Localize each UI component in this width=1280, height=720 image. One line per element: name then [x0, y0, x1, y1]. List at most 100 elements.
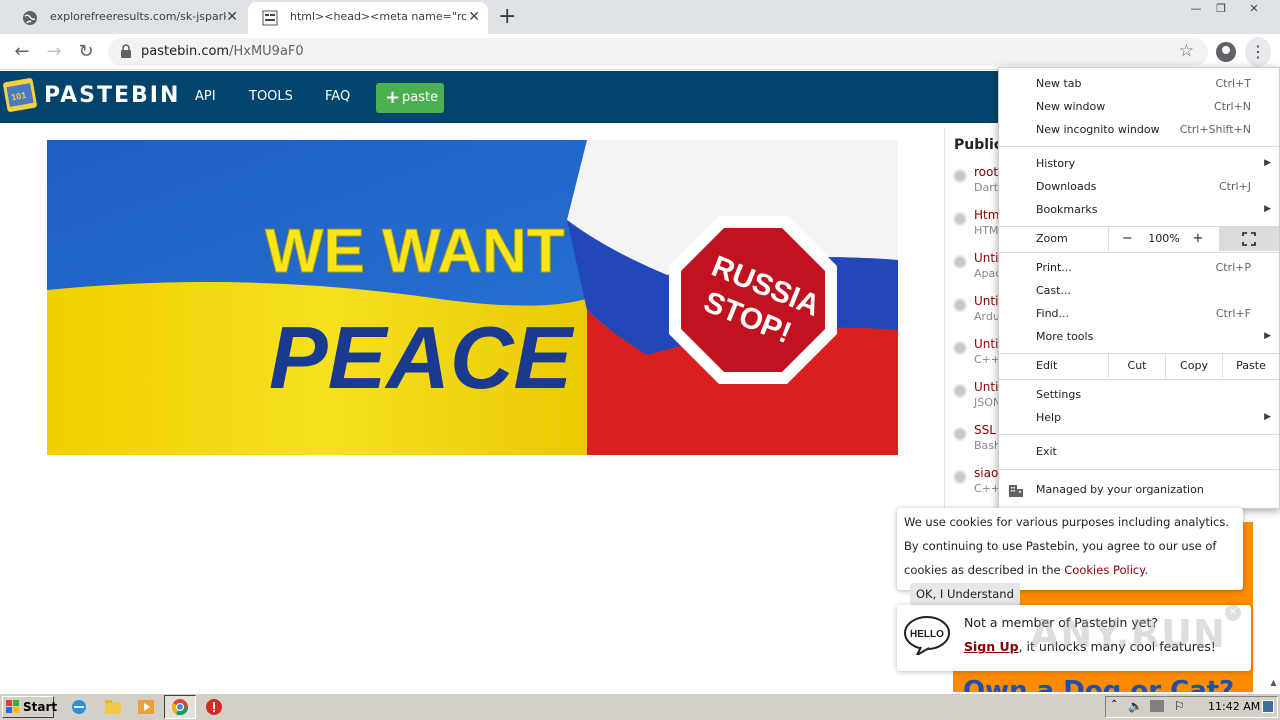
menu-item-new-incognito[interactable]: New incognito window Ctrl+Shift+N [999, 118, 1279, 141]
globe-icon [953, 384, 967, 398]
browser-screen: { "browser": { "tabs": [ {"title": "expl… [0, 0, 1280, 720]
submenu-arrow-icon: ▶ [1264, 412, 1271, 422]
pastebin-logo-icon[interactable]: 101 [2, 77, 38, 113]
menu-item-downloads[interactable]: Downloads Ctrl+J [999, 175, 1279, 198]
zoom-out-button[interactable]: − [1108, 227, 1146, 251]
minimize-button[interactable]: — [1182, 0, 1210, 18]
building-icon [1009, 485, 1023, 497]
fullscreen-button[interactable] [1219, 227, 1279, 251]
cookies-policy-link[interactable]: Cookies Policy [1064, 563, 1144, 577]
scroll-down-arrow-icon[interactable]: ▲ [1267, 678, 1280, 692]
menu-item-shortcut: Ctrl+N [1213, 100, 1251, 113]
start-label: Start [23, 700, 58, 714]
submenu-arrow-icon: ▶ [1264, 331, 1271, 341]
menu-item-history[interactable]: History ▶ [999, 152, 1279, 175]
show-desktop-icon[interactable] [1262, 700, 1274, 713]
paste-language: C++ [974, 353, 1001, 366]
tab-title: html><head><meta name="robots" [290, 10, 466, 23]
pastebin-favicon-icon [262, 10, 278, 26]
menu-item-label: Downloads [1036, 180, 1097, 193]
menu-item-label: Settings [1036, 388, 1082, 401]
start-button[interactable]: Start [2, 696, 58, 718]
globe-icon [953, 169, 967, 183]
clock[interactable]: 11:42 AM [1208, 697, 1260, 717]
tab-title: explorefreeresults.com/sk-jspark.php [50, 10, 226, 23]
zoom-value: 100% [1148, 232, 1180, 245]
copy-button[interactable]: Copy [1165, 354, 1222, 378]
globe-icon [953, 427, 967, 441]
address-bar[interactable]: pastebin.com/HxMU9aF0 ☆ [108, 38, 1208, 66]
close-icon[interactable]: ✕ [1225, 605, 1241, 621]
windows-logo-icon [6, 700, 19, 713]
cut-button[interactable]: Cut [1108, 354, 1165, 378]
stop-alert-icon[interactable] [205, 698, 223, 716]
edit-label: Edit [1036, 359, 1058, 372]
nav-tools[interactable]: TOOLS [249, 89, 293, 104]
restore-button[interactable]: ❐ [1207, 0, 1235, 18]
fullscreen-icon [1242, 232, 1256, 246]
menu-item-cast[interactable]: Cast... [999, 279, 1279, 302]
back-button[interactable]: ← [10, 41, 34, 63]
tab-pastebin[interactable]: html><head><meta name="robots" ✕ [248, 2, 488, 34]
peace-banner: WE WANT PEACE RUSSIA STOP! [47, 140, 898, 455]
pastebin-brand[interactable]: PASTEBIN [44, 83, 180, 108]
network-icon[interactable] [1150, 700, 1164, 712]
zoom-label: Zoom [1036, 232, 1068, 245]
window-close-button[interactable]: ✕ [1240, 0, 1268, 18]
nav-api[interactable]: API [195, 89, 216, 104]
internet-explorer-icon[interactable] [70, 698, 88, 716]
menu-item-label: History [1036, 157, 1076, 170]
bookmark-star-icon[interactable]: ☆ [1179, 41, 1194, 61]
forward-button[interactable]: → [42, 41, 66, 63]
chrome-menu: New tab Ctrl+T New window Ctrl+N New incog… [998, 67, 1280, 509]
zoom-in-button[interactable]: + [1182, 227, 1214, 251]
new-tab-button[interactable]: + [498, 4, 516, 29]
system-tray: ⌃ 🔈 ⚐ 11:42 AM [1105, 696, 1278, 718]
menu-item-help[interactable]: Help ▶ [999, 406, 1279, 429]
cookie-accept-button[interactable]: OK, I Understand [910, 583, 1020, 605]
menu-item-bookmarks[interactable]: Bookmarks ▶ [999, 198, 1279, 221]
tray-arrow-icon[interactable]: ⌃ [1110, 699, 1118, 710]
media-player-icon[interactable] [137, 698, 155, 716]
menu-item-new-tab[interactable]: New tab Ctrl+T [999, 72, 1279, 95]
edit-row: Edit Cut Copy Paste [999, 354, 1279, 378]
menu-separator [999, 146, 1279, 147]
paste-language: Dart [974, 181, 999, 194]
globe-icon [23, 11, 37, 25]
globe-icon [953, 298, 967, 312]
reload-button[interactable]: ↻ [74, 41, 98, 63]
folder-icon[interactable] [104, 698, 122, 716]
flag-icon[interactable]: ⚐ [1174, 699, 1185, 713]
menu-item-new-window[interactable]: New window Ctrl+N [999, 95, 1279, 118]
menu-item-find[interactable]: Find... Ctrl+F [999, 302, 1279, 325]
menu-item-more-tools[interactable]: More tools ▶ [999, 325, 1279, 348]
taskbar-chrome-button[interactable] [164, 695, 196, 719]
menu-separator [999, 469, 1279, 470]
hello-bubble-icon: HELLO [904, 616, 950, 655]
paste-language: C++ [974, 482, 1001, 495]
menu-item-label: Print... [1036, 261, 1072, 274]
browser-toolbar: ← → ↻ pastebin.com/HxMU9aF0 ☆ [0, 34, 1280, 70]
tab-close-icon[interactable]: ✕ [226, 2, 238, 32]
menu-item-shortcut: Ctrl+Shift+N [1179, 123, 1251, 136]
volume-icon[interactable]: 🔈 [1128, 699, 1143, 713]
profile-avatar-icon[interactable] [1216, 42, 1236, 62]
menu-item-label: Cast... [1036, 284, 1071, 297]
menu-item-managed[interactable]: Managed by your organization [999, 478, 1279, 501]
paste-label: paste [402, 90, 439, 105]
tab-explorefreeresults[interactable]: explorefreeresults.com/sk-jspark.php ✕ [8, 2, 246, 34]
paste-language: Bash [974, 439, 1001, 452]
menu-item-label: Find... [1036, 307, 1070, 320]
menu-item-print[interactable]: Print... Ctrl+P [999, 256, 1279, 279]
menu-item-settings[interactable]: Settings [999, 383, 1279, 406]
submenu-arrow-icon: ▶ [1264, 204, 1271, 214]
menu-item-shortcut: Ctrl+P [1215, 261, 1251, 274]
new-paste-button[interactable]: + paste [376, 83, 444, 113]
paste-button[interactable]: Paste [1222, 354, 1279, 378]
signup-link[interactable]: Sign Up [964, 639, 1019, 654]
chrome-menu-button[interactable]: ⋮ [1245, 37, 1271, 67]
menu-item-exit[interactable]: Exit [999, 440, 1279, 463]
nav-faq[interactable]: FAQ [325, 89, 350, 104]
tab-close-icon[interactable]: ✕ [468, 2, 480, 32]
menu-item-label: New window [1036, 100, 1106, 113]
